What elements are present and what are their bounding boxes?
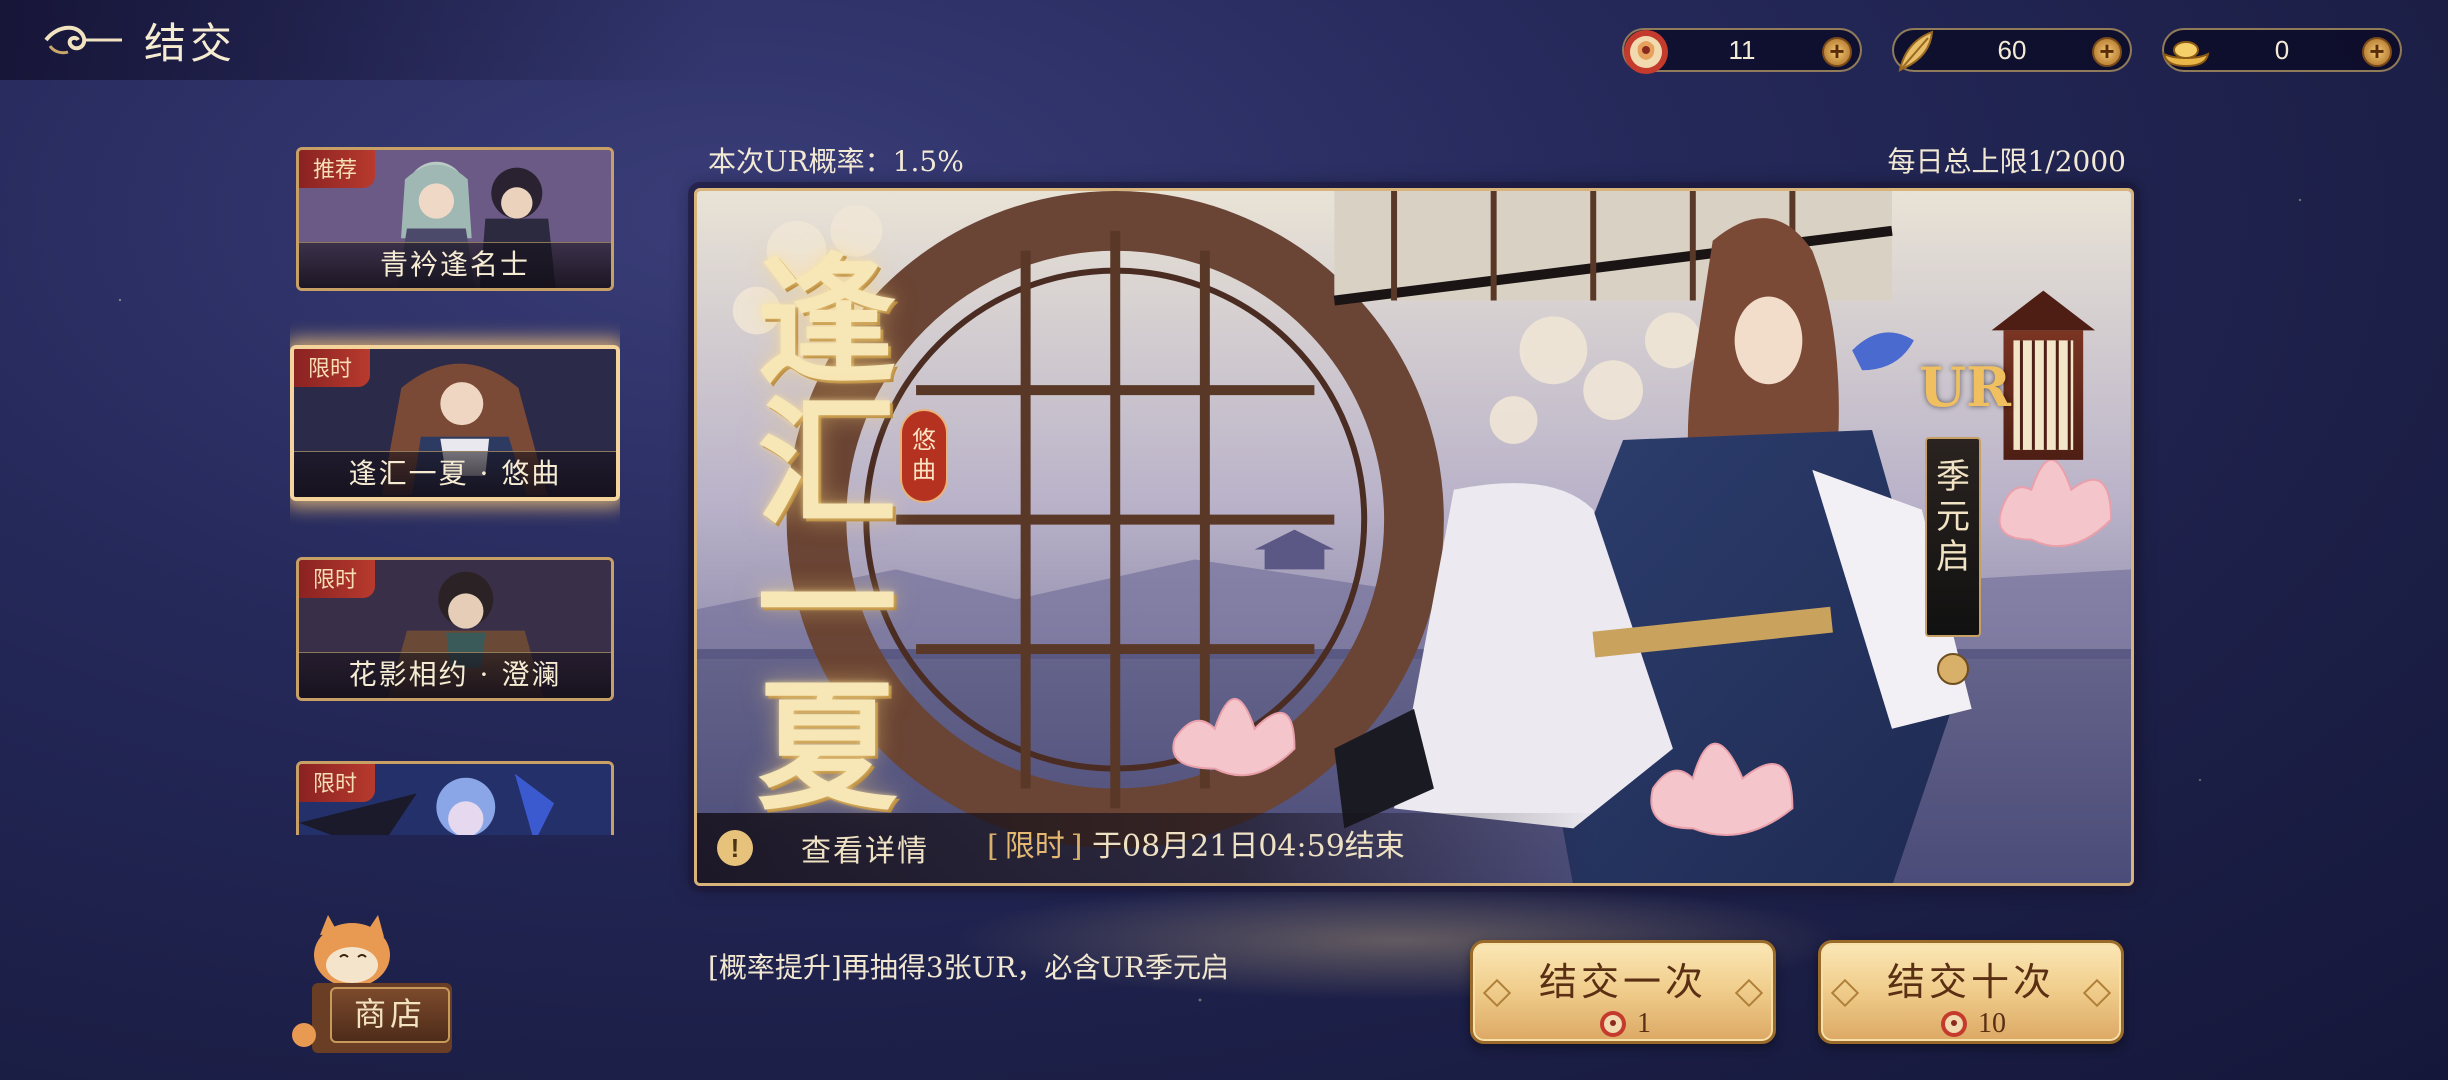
draw-once-cost-value: 1 xyxy=(1637,1008,1651,1039)
banner-tag: 限时 xyxy=(299,560,376,598)
ur-rate-text: 本次UR概率：1.5% xyxy=(708,145,964,178)
character-inspect-icon[interactable] xyxy=(1937,653,1969,685)
back-cloud-icon[interactable] xyxy=(40,15,130,65)
title-char: 一 xyxy=(757,524,898,688)
event-end-time: [限时] 于08月21日04:59结束 xyxy=(987,821,1405,865)
feather-leaf-icon xyxy=(1898,30,1934,72)
title-char: 夏 xyxy=(757,666,898,830)
currency-gold: 0 + xyxy=(2162,28,2402,72)
title-char: 逢 xyxy=(757,240,898,404)
draw-ten-cost: 10 xyxy=(1821,1008,2121,1040)
banner-item-recommend[interactable]: 推荐 青衿逢名士 xyxy=(296,147,614,291)
rate-up-text: [概率提升]再抽得3张UR，必含UR季元启 xyxy=(708,951,1230,984)
banner-label: 花影相约 · 澄澜 xyxy=(299,652,611,698)
token-pouch-icon xyxy=(1624,30,1668,74)
gold-ingot-icon xyxy=(2162,41,2210,68)
draw-ten-cost-value: 10 xyxy=(1978,1008,2006,1039)
ur-rank-mark: UR xyxy=(1919,355,2011,419)
currency-token: 11 + xyxy=(1622,28,1862,74)
character-name: 季元启 xyxy=(1925,437,1981,637)
daily-limit-text: 每日总上限1/2000 xyxy=(1887,145,2126,178)
add-gold-button[interactable]: + xyxy=(2362,37,2392,67)
currency-gold-value: 0 xyxy=(2274,34,2290,65)
bracket-close: ] xyxy=(1070,829,1083,864)
view-details-label: 查看详情 xyxy=(801,834,929,869)
banner-label: 青衿逢名士 xyxy=(299,242,611,288)
shop-button[interactable]: 商店 xyxy=(282,905,472,1065)
limited-tag: 限时 xyxy=(1004,829,1065,864)
banner-tag: 推荐 xyxy=(299,150,376,188)
currency-feather: 60 + xyxy=(1892,28,2132,72)
currency-bar: 11 + 60 + 0 + xyxy=(1622,28,2402,74)
banner-item-limited-2[interactable]: 限时 花影相约 · 澄澜 xyxy=(296,557,614,701)
subtitle-seal: 悠曲 xyxy=(902,411,946,501)
token-pouch-icon xyxy=(1600,1011,1626,1037)
draw-once-button[interactable]: 结交一次 1 xyxy=(1470,940,1776,1044)
draw-ten-label: 结交十次 xyxy=(1886,960,2055,1004)
exclamation-icon: ! xyxy=(717,830,753,866)
token-pouch-icon xyxy=(1941,1011,1967,1037)
page-title: 结交 xyxy=(144,18,237,68)
ur-character-badge: UR 季元启 xyxy=(1915,341,2011,781)
add-token-button[interactable]: + xyxy=(1822,37,1852,67)
view-details-button[interactable]: ! 查看详情 xyxy=(717,825,929,871)
add-feather-button[interactable]: + xyxy=(2092,37,2122,67)
banner-tag: 限时 xyxy=(299,764,376,802)
banner-title: 逢 汇 一 夏 xyxy=(757,251,977,819)
banner-item-limited-3[interactable]: 限时 xyxy=(296,761,614,835)
draw-once-label: 结交一次 xyxy=(1538,960,1707,1004)
banner-item-selected[interactable]: 限时 逢汇一夏 · 悠曲 xyxy=(290,345,620,501)
banner-tag: 限时 xyxy=(294,349,371,387)
top-header: 结交 xyxy=(0,0,720,80)
shop-label: 商店 xyxy=(330,987,450,1043)
draw-once-cost: 1 xyxy=(1473,1008,1773,1040)
banner-list[interactable]: 推荐 青衿逢名士 限时 逢汇一夏 · 悠曲 限时 花影相约 · 澄澜 限时 xyxy=(290,145,620,835)
currency-feather-value: 60 xyxy=(1997,34,2027,65)
subtitle-text: 悠曲 xyxy=(912,426,936,484)
end-time-text: 于08月21日04:59结束 xyxy=(1091,829,1405,864)
bracket-open: [ xyxy=(987,829,999,864)
currency-token-value: 11 xyxy=(1728,34,1756,65)
main-banner[interactable]: 逢 汇 一 夏 悠曲 UR 季元启 ! 查看详情 [限时] 于08月21日04:… xyxy=(694,188,2134,886)
banner-label: 逢汇一夏 · 悠曲 xyxy=(294,451,616,497)
draw-ten-button[interactable]: 结交十次 10 xyxy=(1818,940,2124,1044)
